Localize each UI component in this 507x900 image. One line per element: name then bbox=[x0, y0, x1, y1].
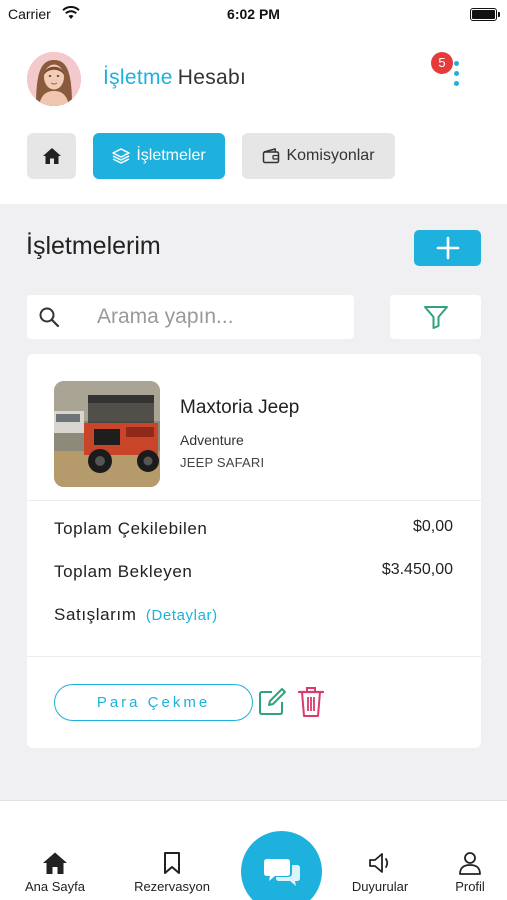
title-rest: Hesabı bbox=[177, 66, 247, 89]
avatar[interactable] bbox=[27, 52, 81, 106]
notification-badge: 5 bbox=[431, 52, 453, 74]
search-icon bbox=[39, 307, 60, 328]
menu-dot-icon bbox=[454, 81, 459, 86]
jeep-photo bbox=[54, 381, 160, 487]
user-icon bbox=[459, 852, 481, 875]
tabbar-item-profile[interactable]: Profil bbox=[445, 851, 495, 894]
tabbar-label: Ana Sayfa bbox=[25, 879, 85, 894]
title-accent: İşletme bbox=[103, 66, 173, 89]
tabbar-item-home[interactable]: Ana Sayfa bbox=[18, 851, 92, 894]
wallet-icon bbox=[263, 148, 280, 164]
section-title: İşletmelerim bbox=[26, 232, 161, 260]
home-icon bbox=[42, 148, 61, 164]
search-box bbox=[27, 295, 354, 339]
business-name[interactable]: Maxtoria Jeep bbox=[180, 397, 299, 419]
tab-businesses[interactable]: İşletmeler bbox=[93, 133, 225, 179]
withdraw-button[interactable]: Para Çekme bbox=[54, 684, 253, 721]
business-image[interactable] bbox=[54, 381, 160, 487]
tabbar-item-reservation[interactable]: Rezervasyon bbox=[126, 851, 218, 894]
bookmark-icon bbox=[164, 852, 180, 874]
sales-details-link[interactable]: (Detaylar) bbox=[146, 607, 218, 624]
chat-button[interactable] bbox=[241, 831, 322, 900]
chat-icon bbox=[263, 858, 300, 886]
tab-businesses-label: İşletmeler bbox=[136, 147, 206, 164]
megaphone-icon bbox=[369, 853, 389, 873]
divider bbox=[27, 656, 481, 657]
tab-home[interactable] bbox=[27, 133, 76, 179]
more-menu-button[interactable]: 5 bbox=[430, 50, 470, 94]
filter-icon bbox=[423, 306, 448, 329]
tabbar-label: Rezervasyon bbox=[134, 879, 210, 894]
divider bbox=[27, 500, 481, 501]
home-icon bbox=[43, 852, 67, 874]
pending-value: $3.450,00 bbox=[381, 561, 453, 578]
status-bar: Carrier 6:02 PM bbox=[0, 0, 507, 28]
layers-icon bbox=[112, 148, 131, 164]
bottom-tab-bar: Ana Sayfa Rezervasyon Duyurular Profil bbox=[0, 800, 507, 900]
page-title: İşletme Hesabı bbox=[103, 66, 246, 90]
app-header: İşletme Hesabı 5 İşletmeler Komisyonlar bbox=[0, 28, 507, 204]
delete-icon[interactable] bbox=[297, 685, 325, 719]
pending-label: Toplam Bekleyen bbox=[54, 562, 193, 581]
business-card: Maxtoria Jeep Adventure JEEP SAFARI Topl… bbox=[27, 354, 481, 748]
edit-icon[interactable] bbox=[257, 687, 287, 717]
tabbar-item-announcements[interactable]: Duyurular bbox=[342, 851, 418, 894]
business-subcategory: JEEP SAFARI bbox=[180, 455, 265, 470]
sales-row: Satışlarım (Detaylar) bbox=[54, 605, 218, 625]
avatar-photo bbox=[27, 52, 81, 106]
battery-icon bbox=[470, 8, 500, 21]
tab-commissions[interactable]: Komisyonlar bbox=[242, 133, 395, 179]
clock: 6:02 PM bbox=[227, 6, 280, 22]
plus-icon bbox=[436, 236, 459, 260]
filter-button[interactable] bbox=[390, 295, 481, 339]
tabbar-label: Duyurular bbox=[351, 879, 409, 894]
search-input[interactable] bbox=[97, 295, 342, 339]
menu-dot-icon bbox=[454, 71, 459, 76]
add-business-button[interactable] bbox=[414, 230, 481, 266]
withdrawable-label: Toplam Çekilebilen bbox=[54, 519, 208, 538]
business-category: Adventure bbox=[180, 432, 244, 448]
menu-dot-icon bbox=[454, 61, 459, 66]
tabbar-label: Profil bbox=[455, 879, 485, 894]
tab-commissions-label: Komisyonlar bbox=[286, 147, 375, 164]
sales-label: Satışlarım bbox=[54, 605, 137, 624]
withdrawable-value: $0,00 bbox=[412, 518, 453, 535]
